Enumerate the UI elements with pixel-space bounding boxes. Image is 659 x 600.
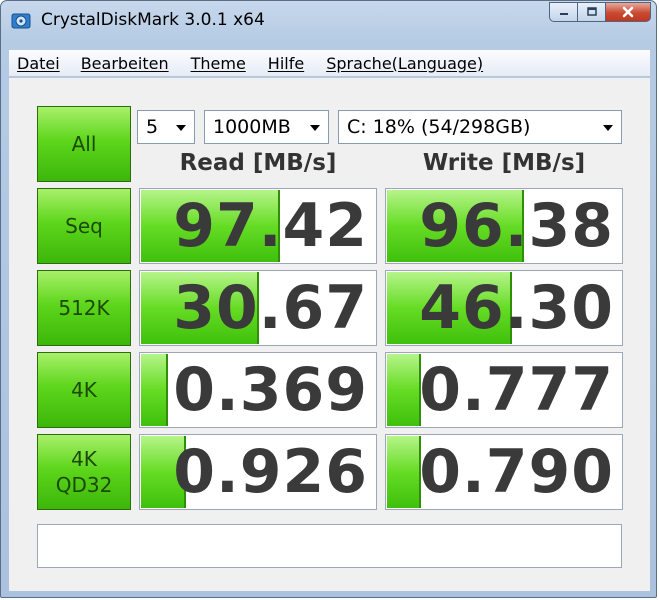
title-bar[interactable]: CrystalDiskMark 3.0.1 x64 (1, 1, 656, 45)
4k-write-cell: 0.777 (385, 352, 623, 428)
512k-write-cell: 46.30 (385, 270, 623, 346)
seq-button[interactable]: Seq (37, 188, 131, 264)
row-label-line1: 4K (71, 447, 97, 471)
minimize-icon (559, 13, 568, 15)
512k-read-cell: 30.67 (139, 270, 377, 346)
seq-write-cell: 96.38 (385, 188, 623, 264)
test-count-value: 5 (146, 116, 159, 138)
write-header: Write [MB/s] (422, 150, 586, 176)
menu-sprache[interactable]: Sprache(Language) (326, 54, 483, 73)
chevron-down-icon (176, 125, 186, 131)
4k-read-bar (141, 354, 167, 426)
all-button[interactable]: All (37, 106, 131, 182)
close-button[interactable] (605, 2, 651, 22)
512k-button[interactable]: 512K (37, 270, 131, 346)
close-icon (622, 6, 634, 18)
menu-datei[interactable]: Datei (17, 54, 60, 73)
menu-bearbeiten[interactable]: Bearbeiten (81, 54, 169, 73)
app-icon (11, 13, 31, 29)
4k-write-value: 0.777 (419, 355, 614, 425)
4k-qd32-write-bar (387, 436, 420, 508)
row-label-line1: Seq (65, 214, 103, 238)
row-label-line2: QD32 (55, 473, 113, 497)
comment-field[interactable] (37, 524, 622, 568)
4k-write-bar (387, 354, 420, 426)
app-window: CrystalDiskMark 3.0.1 x64 Datei Bearbeit… (0, 0, 657, 598)
menu-bar: Datei Bearbeiten Theme Hilfe Sprache(Lan… (9, 50, 650, 77)
window-controls (549, 2, 651, 24)
test-size-select[interactable]: 1000MB (204, 110, 329, 144)
test-size-value: 1000MB (213, 116, 291, 138)
main-panel: All 5 1000MB C: 18% (54/298GB) Read [MB/… (9, 78, 650, 591)
seq-write-value: 96.38 (419, 191, 614, 261)
512k-write-value: 46.30 (419, 273, 614, 343)
seq-read-value: 97.42 (173, 191, 368, 261)
row-label-line1: 512K (58, 296, 110, 320)
chevron-down-icon (603, 125, 613, 131)
4k-read-bar-edge (166, 354, 168, 426)
4k-qd32-read-cell: 0.926 (139, 434, 377, 510)
all-button-label: All (71, 132, 97, 156)
window-title: CrystalDiskMark 3.0.1 x64 (41, 10, 265, 30)
4k-qd32-button[interactable]: 4K QD32 (37, 434, 131, 510)
seq-read-cell: 97.42 (139, 188, 377, 264)
drive-select[interactable]: C: 18% (54/298GB) (338, 110, 622, 144)
menu-hilfe[interactable]: Hilfe (268, 54, 304, 73)
read-header: Read [MB/s] (179, 150, 337, 176)
4k-read-cell: 0.369 (139, 352, 377, 428)
row-label-line1: 4K (71, 378, 97, 402)
chevron-down-icon (310, 125, 320, 131)
4k-qd32-write-value: 0.790 (419, 437, 614, 507)
4k-button[interactable]: 4K (37, 352, 131, 428)
4k-qd32-read-value: 0.926 (173, 437, 368, 507)
menu-theme[interactable]: Theme (191, 54, 246, 73)
4k-qd32-write-cell: 0.790 (385, 434, 623, 510)
maximize-button[interactable] (577, 2, 605, 22)
512k-read-value: 30.67 (173, 273, 368, 343)
maximize-icon (586, 7, 597, 16)
drive-value: C: 18% (54/298GB) (347, 116, 531, 138)
minimize-button[interactable] (549, 2, 577, 22)
test-count-select[interactable]: 5 (137, 110, 195, 144)
4k-read-value: 0.369 (173, 355, 368, 425)
